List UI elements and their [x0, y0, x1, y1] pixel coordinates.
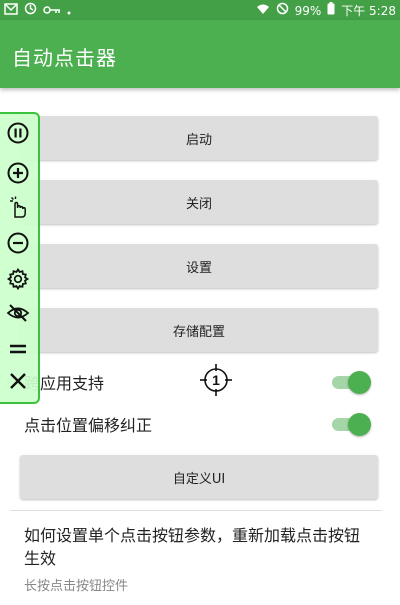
status-bar: 99% 下午 5:28 [0, 0, 400, 20]
eye-off-icon[interactable] [5, 300, 31, 326]
divider [10, 510, 382, 511]
close-button[interactable]: 关闭 [20, 180, 378, 224]
help-title: 如何设置单个点击按钮参数，重新加载点击按钮生效 [24, 526, 361, 568]
start-button[interactable]: 启动 [20, 116, 378, 160]
tap-gesture-icon[interactable] [5, 194, 31, 220]
cross-app-switch[interactable] [332, 371, 371, 394]
click-point-crosshair[interactable]: 1 [200, 364, 232, 396]
clock: 下午 5:28 [341, 3, 396, 18]
app-title: 自动点击器 [12, 46, 117, 70]
crosshair-number: 1 [212, 372, 220, 388]
status-left [4, 2, 77, 19]
switch-thumb [348, 413, 371, 436]
pause-icon[interactable] [5, 120, 31, 146]
mail-icon [4, 2, 18, 19]
toggle-row-offset-correction[interactable]: 点击位置偏移纠正 [0, 404, 400, 444]
drag-handle-icon[interactable] [5, 336, 31, 362]
close-icon[interactable] [5, 368, 31, 394]
app-bar: 自动点击器 [0, 20, 400, 88]
toggle-label-offset-correction: 点击位置偏移纠正 [24, 416, 153, 435]
more-dots-icon [67, 3, 77, 19]
help-subtitle: 长按点击按钮控件 [24, 579, 129, 594]
sync-icon [24, 2, 37, 19]
save-config-button[interactable]: 存储配置 [20, 308, 378, 352]
status-right: 99% 下午 5:28 [256, 2, 396, 19]
battery-percent: 99% [294, 3, 322, 18]
switch-thumb [348, 371, 371, 394]
remove-circle-icon[interactable] [5, 230, 31, 256]
gear-icon[interactable] [5, 266, 31, 292]
crosshair-icon: 1 [200, 364, 232, 396]
do-not-disturb-icon [276, 2, 289, 19]
offset-correction-switch[interactable] [332, 413, 371, 436]
settings-button[interactable]: 设置 [20, 244, 378, 288]
custom-ui-button[interactable]: 自定义UI [20, 455, 378, 499]
key-icon [43, 3, 61, 19]
floating-control-panel [0, 112, 40, 404]
battery-icon [327, 2, 335, 19]
wifi-icon [256, 3, 270, 19]
add-circle-icon[interactable] [5, 160, 31, 186]
